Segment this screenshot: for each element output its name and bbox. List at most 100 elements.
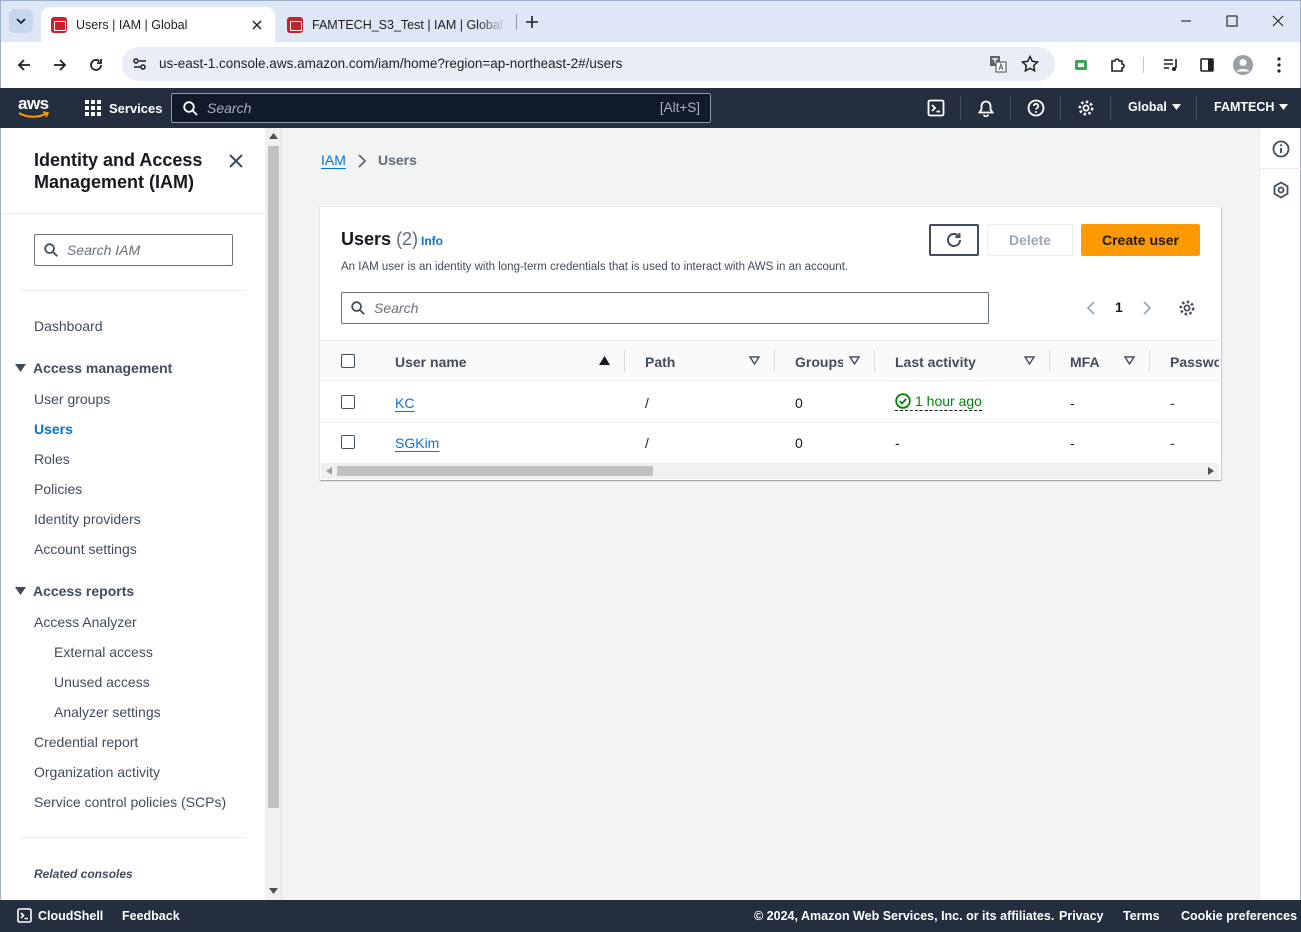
sidebar-item-external-access[interactable]: External access bbox=[54, 644, 153, 660]
sidebar-item-dashboard[interactable]: Dashboard bbox=[34, 318, 103, 334]
search-icon bbox=[183, 101, 198, 116]
translate-icon[interactable] bbox=[989, 55, 1007, 73]
reload-icon bbox=[90, 59, 102, 71]
maximize-button[interactable] bbox=[1209, 1, 1255, 41]
scroll-down-icon[interactable] bbox=[269, 888, 278, 894]
column-mfa[interactable]: MFA bbox=[1070, 354, 1100, 370]
tab-divider bbox=[516, 14, 517, 30]
reload-button[interactable] bbox=[82, 51, 110, 79]
gear-icon[interactable] bbox=[1178, 299, 1196, 317]
column-last-activity[interactable]: Last activity bbox=[895, 354, 976, 370]
notifications-button[interactable] bbox=[974, 96, 998, 120]
services-menu-button[interactable]: Services bbox=[84, 96, 163, 120]
region-label: Global bbox=[1128, 100, 1167, 114]
side-panel-button[interactable] bbox=[1193, 51, 1221, 79]
sidebar-item-identity-providers[interactable]: Identity providers bbox=[34, 511, 141, 527]
info-icon[interactable] bbox=[1272, 140, 1290, 158]
region-selector[interactable]: Global bbox=[1128, 100, 1181, 114]
profile-button[interactable] bbox=[1229, 51, 1257, 79]
scrollbar-thumb[interactable] bbox=[268, 146, 279, 808]
sort-icon[interactable] bbox=[749, 356, 760, 365]
user-name-link[interactable]: SGKim bbox=[395, 435, 439, 451]
user-mfa: - bbox=[1070, 435, 1075, 451]
new-tab-button[interactable] bbox=[521, 11, 543, 33]
last-activity[interactable]: 1 hour ago bbox=[895, 393, 982, 411]
extensions-button[interactable] bbox=[1104, 51, 1132, 79]
sidebar-item-roles[interactable]: Roles bbox=[34, 451, 70, 467]
sidebar-item-organization-activity[interactable]: Organization activity bbox=[34, 764, 160, 780]
hexagon-icon[interactable] bbox=[1272, 181, 1290, 199]
sidebar-item-access-analyzer[interactable]: Access Analyzer bbox=[34, 614, 137, 630]
row-checkbox[interactable] bbox=[341, 435, 355, 449]
select-all-checkbox[interactable] bbox=[341, 354, 355, 368]
row-checkbox[interactable] bbox=[341, 395, 355, 409]
page-number[interactable]: 1 bbox=[1115, 299, 1123, 315]
sidebar-item-users[interactable]: Users bbox=[34, 421, 73, 437]
forward-button[interactable] bbox=[46, 51, 74, 79]
browser-tab-famtech[interactable]: FAMTECH_S3_Test | IAM | Global bbox=[279, 7, 515, 43]
sidebar-item-credential-report[interactable]: Credential report bbox=[34, 734, 138, 750]
browser-tab-strip: Users | IAM | Global FAMTECH_S3_Test | I… bbox=[0, 0, 1301, 43]
sidebar-search-input[interactable]: Search IAM bbox=[34, 234, 233, 266]
sort-icon[interactable] bbox=[1024, 356, 1035, 365]
close-window-button[interactable] bbox=[1255, 1, 1301, 41]
sidebar-item-account-settings[interactable]: Account settings bbox=[34, 541, 137, 557]
create-user-button[interactable]: Create user bbox=[1081, 224, 1200, 256]
sidebar-scrollbar[interactable] bbox=[265, 128, 282, 900]
tab-search-button[interactable] bbox=[9, 9, 33, 33]
column-password[interactable]: Password bbox=[1170, 354, 1219, 370]
refresh-button[interactable] bbox=[929, 224, 979, 256]
account-menu[interactable]: FAMTECH bbox=[1214, 100, 1289, 114]
feedback-link[interactable]: Feedback bbox=[122, 909, 180, 923]
maximize-icon bbox=[1226, 15, 1238, 27]
scroll-right-icon[interactable] bbox=[1208, 467, 1214, 475]
back-button[interactable] bbox=[10, 51, 38, 79]
global-search-input[interactable]: Search [Alt+S] bbox=[171, 93, 711, 123]
user-name-link[interactable]: KC bbox=[395, 395, 414, 411]
breadcrumb-iam[interactable]: IAM bbox=[321, 152, 346, 168]
scrollbar-thumb[interactable] bbox=[337, 466, 653, 476]
section-access-management[interactable]: Access management bbox=[15, 360, 172, 376]
browser-menu-button[interactable] bbox=[1265, 51, 1293, 79]
sidebar-item-policies[interactable]: Policies bbox=[34, 481, 82, 497]
help-button[interactable] bbox=[1024, 96, 1048, 120]
privacy-link[interactable]: Privacy bbox=[1059, 909, 1103, 923]
scroll-left-icon[interactable] bbox=[326, 467, 332, 475]
cloudshell-button[interactable] bbox=[924, 96, 948, 120]
site-settings-icon[interactable] bbox=[132, 56, 148, 72]
terminal-icon bbox=[17, 908, 32, 923]
media-controls-button[interactable] bbox=[1157, 51, 1185, 79]
delete-button[interactable]: Delete bbox=[987, 224, 1073, 256]
chevron-right-icon[interactable] bbox=[1142, 300, 1152, 316]
settings-button[interactable] bbox=[1074, 96, 1098, 120]
bookmark-star-icon[interactable] bbox=[1021, 55, 1039, 73]
user-path: / bbox=[645, 395, 649, 411]
extension-button[interactable] bbox=[1067, 51, 1095, 79]
sort-ascending-icon[interactable] bbox=[599, 356, 610, 365]
sort-icon[interactable] bbox=[849, 356, 860, 365]
close-icon[interactable] bbox=[249, 17, 265, 33]
users-search-input[interactable]: Search bbox=[341, 292, 989, 324]
aws-logo[interactable]: aws bbox=[18, 95, 50, 119]
cloudshell-footer-button[interactable]: CloudShell bbox=[17, 908, 103, 923]
sidebar-item-user-groups[interactable]: User groups bbox=[34, 391, 110, 407]
address-bar[interactable]: us-east-1.console.aws.amazon.com/iam/hom… bbox=[122, 47, 1055, 81]
sidebar-title[interactable]: Identity and Access Management (IAM) bbox=[34, 149, 214, 193]
column-user-name[interactable]: User name bbox=[395, 354, 467, 370]
column-groups[interactable]: Groups bbox=[795, 354, 843, 370]
chevron-left-icon[interactable] bbox=[1086, 300, 1096, 316]
section-access-reports[interactable]: Access reports bbox=[15, 583, 134, 599]
minimize-button[interactable] bbox=[1163, 1, 1209, 41]
column-path[interactable]: Path bbox=[645, 354, 675, 370]
cookie-preferences-link[interactable]: Cookie preferences bbox=[1181, 909, 1297, 923]
close-icon[interactable] bbox=[227, 152, 245, 170]
browser-tab-users[interactable]: Users | IAM | Global bbox=[41, 7, 275, 43]
terms-link[interactable]: Terms bbox=[1123, 909, 1160, 923]
sort-icon[interactable] bbox=[1124, 356, 1135, 365]
sidebar-item-analyzer-settings[interactable]: Analyzer settings bbox=[54, 704, 161, 720]
table-horizontal-scrollbar[interactable] bbox=[321, 463, 1219, 479]
scroll-up-icon[interactable] bbox=[269, 133, 278, 139]
sidebar-item-unused-access[interactable]: Unused access bbox=[54, 674, 150, 690]
info-link[interactable]: Info bbox=[421, 234, 443, 248]
sidebar-item-scps[interactable]: Service control policies (SCPs) bbox=[34, 794, 226, 810]
